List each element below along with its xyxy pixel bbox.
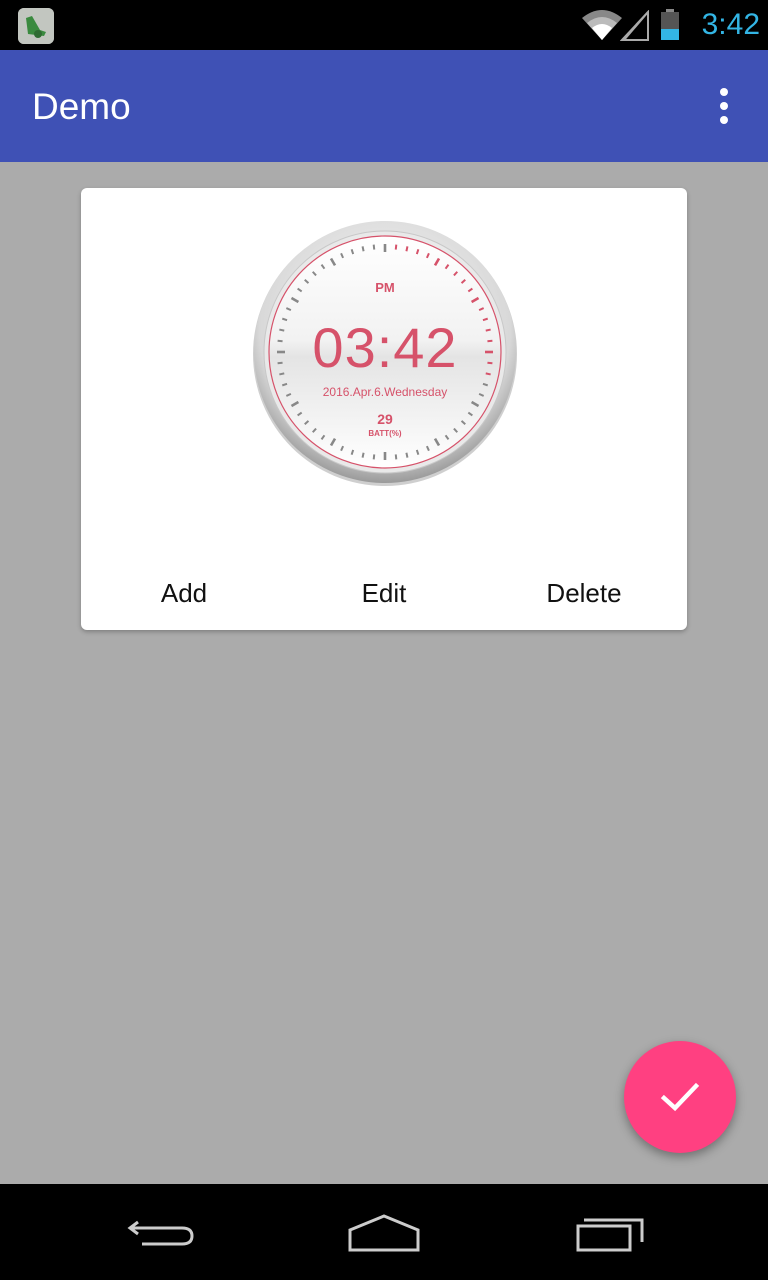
clock-battery-value: 29: [377, 411, 393, 427]
delete-button[interactable]: Delete: [524, 568, 644, 618]
signal-icon: [619, 9, 650, 42]
clock-ampm: PM: [375, 280, 395, 295]
app-bar: Demo: [0, 50, 768, 162]
status-time: 3:42: [701, 8, 760, 41]
add-button[interactable]: Add: [124, 568, 244, 618]
status-bar: 3:42: [0, 0, 768, 50]
clock-widget-card: PM 03:42 2016.Apr.6.Wednesday 29 BATT(%)…: [81, 188, 687, 630]
recents-icon[interactable]: [560, 1204, 660, 1260]
battery-icon: [659, 9, 681, 41]
clock-time: 03:42: [312, 316, 458, 379]
wifi-icon: [580, 8, 624, 42]
clock-face: PM 03:42 2016.Apr.6.Wednesday 29 BATT(%): [251, 218, 519, 486]
app-title: Demo: [32, 86, 131, 127]
card-actions: Add Edit Delete: [81, 568, 687, 618]
clock-battery-label: BATT(%): [368, 429, 402, 438]
back-icon[interactable]: [110, 1204, 210, 1260]
confirm-fab-button[interactable]: [624, 1041, 736, 1153]
home-icon[interactable]: [334, 1204, 434, 1260]
check-icon: [660, 1082, 700, 1112]
edit-button[interactable]: Edit: [324, 568, 444, 618]
navigation-bar: [0, 1184, 768, 1280]
clock-date: 2016.Apr.6.Wednesday: [322, 385, 448, 399]
app-notification-icon: [18, 8, 54, 44]
overflow-menu-icon[interactable]: [700, 80, 748, 132]
